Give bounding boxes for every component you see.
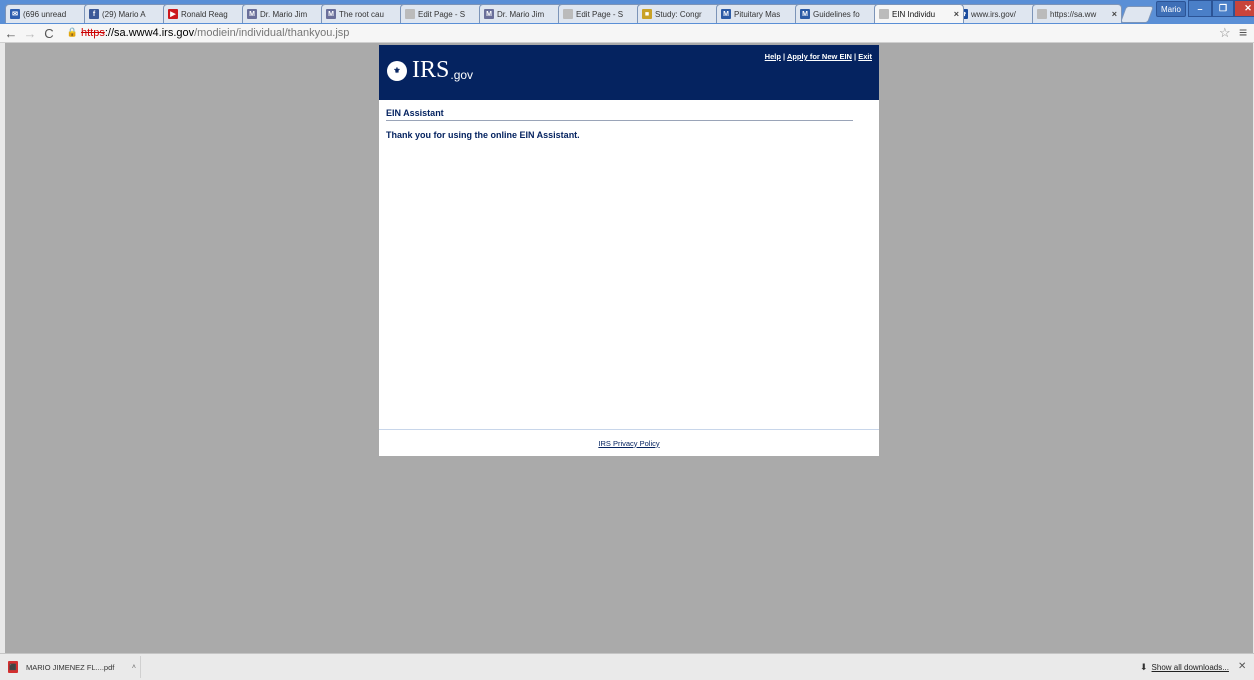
tab-label: Guidelines fo xyxy=(813,9,860,19)
browser-tab[interactable]: f(29) Mario A× xyxy=(84,4,174,23)
download-icon: ⬇ xyxy=(1140,662,1148,672)
browser-tab[interactable]: MDr. Mario Jim× xyxy=(242,4,332,23)
browser-tab[interactable]: Edit Page - S× xyxy=(558,4,648,23)
tab-label: Edit Page - S xyxy=(576,9,624,19)
pdf-icon: ⬛ xyxy=(8,661,18,673)
thank-you-message: Thank you for using the online EIN Assis… xyxy=(386,130,580,140)
tab-label: (696 unread xyxy=(23,9,67,19)
site-icon: M xyxy=(247,9,257,19)
minimize-button[interactable]: – xyxy=(1188,0,1212,17)
browser-tab[interactable]: MThe root cau× xyxy=(321,4,411,23)
window-controls: – ❐ ✕ xyxy=(1188,0,1254,17)
tab-label: Dr. Mario Jim xyxy=(260,9,308,19)
irs-logo[interactable]: ⚜ IRS .gov xyxy=(387,57,473,84)
irs-seal-icon: ⚜ xyxy=(387,60,407,81)
facebook-icon: f xyxy=(89,9,99,19)
tab-label: EIN Individu xyxy=(892,9,936,19)
gmail-icon: ✉ xyxy=(10,9,20,19)
browser-tab[interactable]: MDr. Mario Jim× xyxy=(479,4,569,23)
tab-label: www.irs.gov/ xyxy=(971,9,1016,19)
tab-label: Edit Page - S xyxy=(418,9,466,19)
url-path: /modiein/individual/thankyou.jsp xyxy=(194,26,350,39)
forward-button[interactable]: → xyxy=(22,25,38,41)
download-item[interactable]: ⬛ MARIO JIMENEZ FL....pdf ˄ xyxy=(8,656,141,678)
page-icon xyxy=(879,9,889,19)
close-tab-icon[interactable]: × xyxy=(1112,9,1117,19)
page-icon xyxy=(405,9,415,19)
close-icon[interactable]: ✕ xyxy=(1238,661,1246,672)
show-all-downloads-link[interactable]: Show all downloads... xyxy=(1152,663,1229,672)
browser-tab[interactable]: MGuidelines fo× xyxy=(795,4,885,23)
address-bar[interactable]: 🔒 https://sa.www4.irs.gov/modiein/indivi… xyxy=(66,25,1216,40)
browser-tab[interactable]: MPituitary Mas× xyxy=(716,4,806,23)
url-scheme: https xyxy=(81,26,105,39)
section-title: EIN Assistant xyxy=(386,100,853,121)
help-link[interactable]: Help xyxy=(765,52,781,61)
reload-button[interactable]: C xyxy=(41,25,57,41)
new-tab-button[interactable] xyxy=(1119,6,1155,23)
privacy-policy-link[interactable]: IRS Privacy Policy xyxy=(598,439,659,448)
exit-link[interactable]: Exit xyxy=(858,52,872,61)
site-icon: M xyxy=(484,9,494,19)
irs-header: ⚜ IRS .gov Help | Apply for New EIN | Ex… xyxy=(379,45,879,100)
broken-lock-icon: 🔒 xyxy=(66,27,79,37)
download-filename: MARIO JIMENEZ FL....pdf xyxy=(26,662,115,672)
show-all-downloads: ⬇ Show all downloads... xyxy=(1140,662,1229,673)
tab-label: (29) Mario A xyxy=(102,9,146,19)
browser-toolbar: ← → C 🔒 https://sa.www4.irs.gov/modiein/… xyxy=(0,24,1254,43)
url-host: ://sa.www4.irs.gov xyxy=(104,26,195,39)
irs-page: ⚜ IRS .gov Help | Apply for New EIN | Ex… xyxy=(379,45,879,456)
page-content: EIN Assistant Thank you for using the on… xyxy=(379,100,879,140)
news-icon: ■ xyxy=(642,9,652,19)
bookmark-star-icon[interactable]: ☆ xyxy=(1219,25,1231,41)
browser-tab-strip: Mario – ❐ ✕ ✉(696 unread×f(29) Mario A×▶… xyxy=(0,0,1254,24)
logo-sub-text: .gov xyxy=(450,67,474,82)
browser-tab[interactable]: https://sa.ww × xyxy=(1032,4,1122,23)
tab-label: Pituitary Mas xyxy=(734,9,781,19)
close-window-button[interactable]: ✕ xyxy=(1234,0,1254,17)
downloads-shelf: ⬛ MARIO JIMENEZ FL....pdf ˄ ⬇ Show all d… xyxy=(0,653,1254,680)
page-icon xyxy=(563,9,573,19)
tab-label: https://sa.ww xyxy=(1050,9,1097,19)
apply-new-ein-link[interactable]: Apply for New EIN xyxy=(787,52,852,61)
page-icon xyxy=(1037,9,1047,19)
site-icon: M xyxy=(326,9,336,19)
tab-label: Study: Congr xyxy=(655,9,702,19)
page-footer: IRS Privacy Policy xyxy=(379,429,879,456)
browser-tab[interactable]: ■Study: Congr× xyxy=(637,4,727,23)
browser-tab[interactable]: ✉(696 unread× xyxy=(5,4,95,23)
back-button[interactable]: ← xyxy=(3,25,19,41)
profile-button[interactable]: Mario xyxy=(1156,1,1186,17)
menu-icon[interactable]: ≡ xyxy=(1239,24,1247,40)
browser-tab[interactable]: Edit Page - S× xyxy=(400,4,490,23)
browser-tab[interactable]: EIN Individu × xyxy=(874,4,964,23)
page-viewport: ⚜ IRS .gov Help | Apply for New EIN | Ex… xyxy=(5,43,1253,653)
tab-label: Ronald Reag xyxy=(181,9,228,19)
youtube-icon: ▶ xyxy=(168,9,178,19)
browser-tab[interactable]: ✿www.irs.gov/× xyxy=(953,4,1043,23)
m-icon: M xyxy=(800,9,810,19)
logo-main-text: IRS xyxy=(412,57,450,83)
header-links: Help | Apply for New EIN | Exit xyxy=(765,52,872,61)
tab-label: Dr. Mario Jim xyxy=(497,9,545,19)
close-tab-icon[interactable]: × xyxy=(954,9,959,19)
m-icon: M xyxy=(721,9,731,19)
maximize-button[interactable]: ❐ xyxy=(1212,0,1234,17)
browser-tab[interactable]: ▶Ronald Reag× xyxy=(163,4,253,23)
tab-label: The root cau xyxy=(339,9,384,19)
chevron-down-icon[interactable]: ˄ xyxy=(132,664,136,671)
